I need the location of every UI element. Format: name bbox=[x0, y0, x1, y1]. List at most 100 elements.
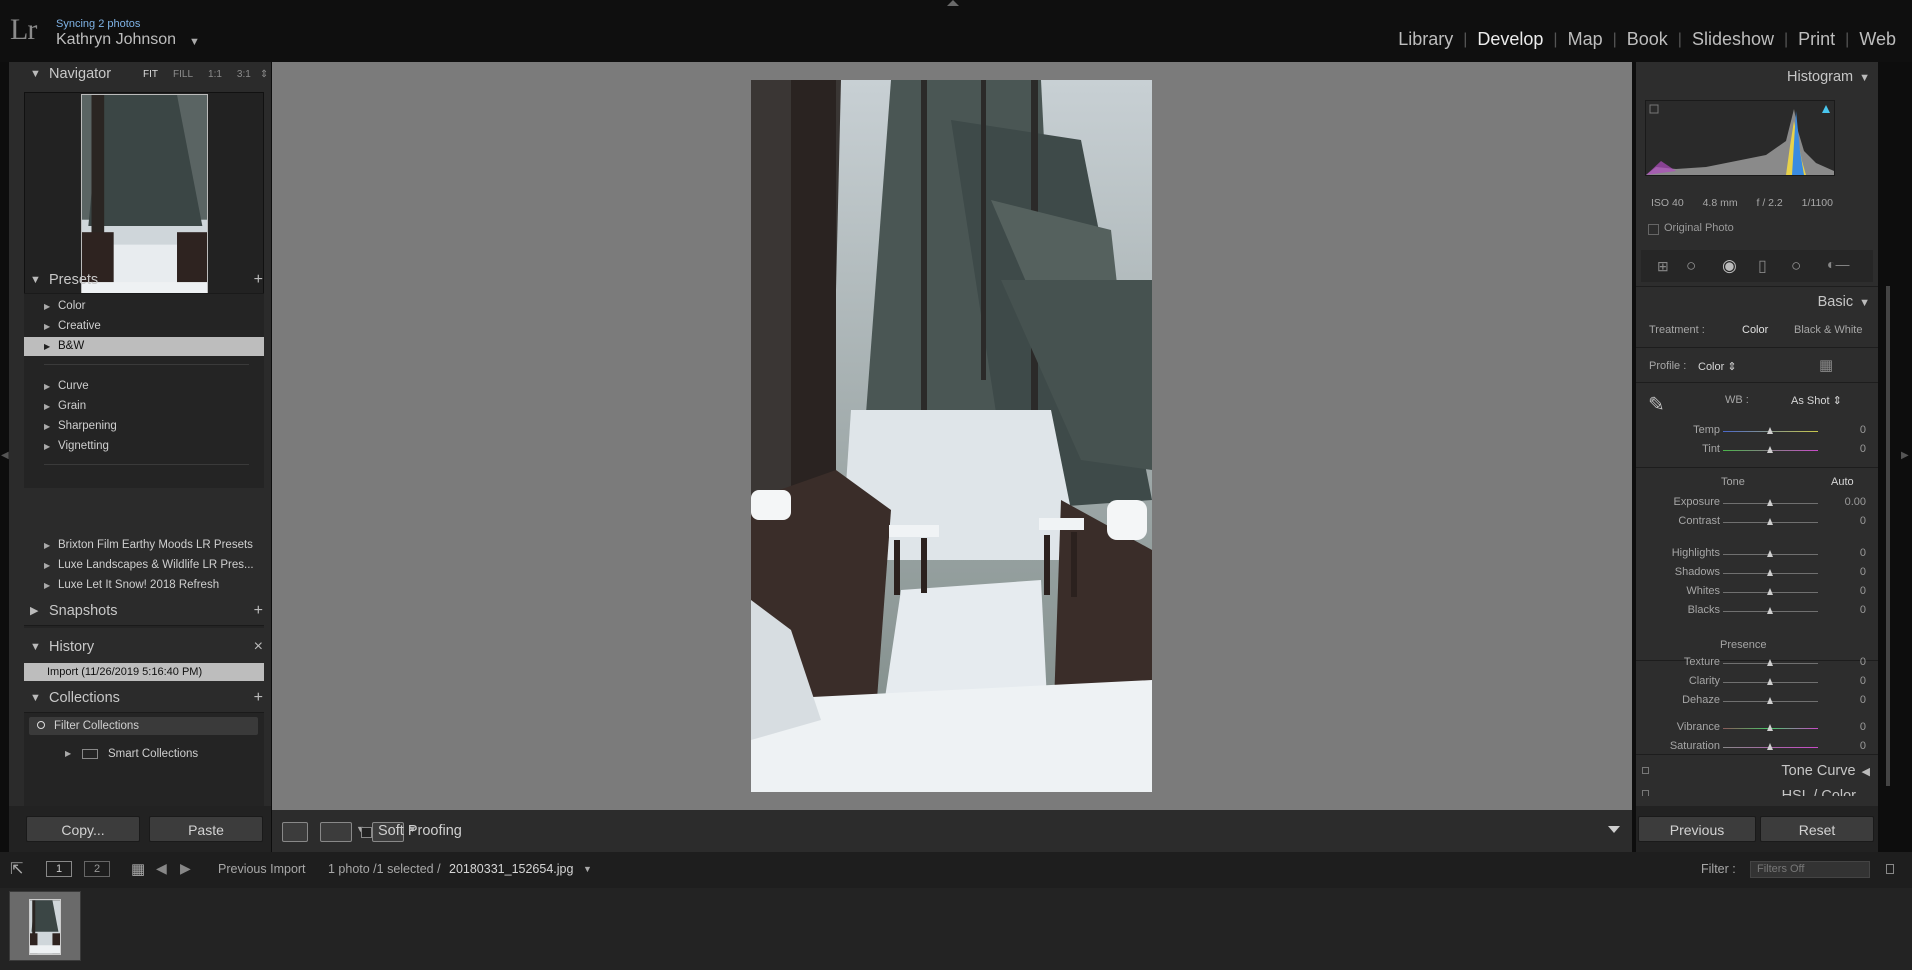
copy-button[interactable]: Copy... bbox=[26, 816, 140, 842]
red-eye-icon[interactable]: ◉ bbox=[1722, 256, 1737, 276]
identity-plate-user[interactable]: Kathryn Johnson bbox=[56, 31, 176, 49]
whites-value[interactable]: 0 bbox=[1860, 585, 1866, 597]
back-arrow-icon[interactable]: ◀ bbox=[156, 860, 167, 877]
toolbar-menu-icon[interactable] bbox=[1608, 826, 1620, 833]
right-panel-scrollbar[interactable] bbox=[1886, 286, 1890, 786]
radial-filter-icon[interactable]: ○ bbox=[1791, 256, 1801, 276]
preset-folder[interactable]: ▶ Vignetting bbox=[24, 437, 264, 456]
panel-switch-icon[interactable] bbox=[1642, 767, 1649, 774]
collection-set[interactable]: ▶ Smart Collections bbox=[24, 744, 264, 764]
blacks-value[interactable]: 0 bbox=[1860, 604, 1866, 616]
filter-collections-input[interactable]: Filter Collections bbox=[29, 717, 258, 735]
contrast-slider[interactable] bbox=[1723, 518, 1818, 525]
previous-button[interactable]: Previous bbox=[1638, 816, 1756, 842]
preset-folder[interactable]: ▶ Grain bbox=[24, 397, 264, 416]
slider-knob[interactable] bbox=[1767, 678, 1773, 685]
zoom-fill[interactable]: FILL bbox=[173, 69, 193, 80]
saturation-slider[interactable] bbox=[1723, 743, 1818, 750]
top-panel-toggle-icon[interactable] bbox=[947, 0, 959, 6]
preset-folder[interactable]: ▶ Luxe Landscapes & Wildlife LR Pres... bbox=[24, 556, 264, 575]
histogram-header[interactable]: Histogram ▼ bbox=[1787, 69, 1870, 85]
tint-value[interactable]: 0 bbox=[1860, 443, 1866, 455]
slider-knob[interactable] bbox=[1767, 518, 1773, 525]
history-header[interactable]: ▼ History × bbox=[9, 635, 271, 659]
forward-arrow-icon[interactable]: ▶ bbox=[180, 860, 191, 877]
filter-dropdown[interactable]: Filters Off bbox=[1750, 861, 1870, 878]
vibrance-value[interactable]: 0 bbox=[1860, 721, 1866, 733]
shadows-value[interactable]: 0 bbox=[1860, 566, 1866, 578]
texture-slider[interactable] bbox=[1723, 659, 1818, 666]
slider-knob[interactable] bbox=[1767, 659, 1773, 666]
preset-folder[interactable]: ▶ Curve bbox=[24, 377, 264, 396]
zoom-fit[interactable]: FIT bbox=[143, 69, 158, 80]
add-preset-icon[interactable]: + bbox=[254, 268, 263, 292]
collections-header[interactable]: ▼ Collections + bbox=[9, 686, 271, 710]
reset-button[interactable]: Reset bbox=[1760, 816, 1874, 842]
crop-icon[interactable]: ⊞ bbox=[1657, 258, 1669, 275]
lock-icon[interactable] bbox=[1886, 864, 1894, 874]
second-window-button[interactable]: 2 bbox=[84, 861, 110, 877]
snapshots-header[interactable]: ▶ Snapshots + bbox=[9, 599, 271, 623]
slider-knob[interactable] bbox=[1767, 697, 1773, 704]
wb-eyedropper-icon[interactable]: ✎ bbox=[1648, 392, 1665, 417]
slider-knob[interactable] bbox=[1767, 743, 1773, 750]
shadows-slider[interactable] bbox=[1723, 569, 1818, 576]
highlights-value[interactable]: 0 bbox=[1860, 547, 1866, 559]
slider-knob[interactable] bbox=[1767, 550, 1773, 557]
right-panel-toggle-icon[interactable]: ▶ bbox=[1901, 450, 1909, 461]
tint-slider[interactable] bbox=[1723, 446, 1818, 453]
history-item[interactable]: Import (11/26/2019 5:16:40 PM) bbox=[24, 663, 264, 681]
dehaze-slider[interactable] bbox=[1723, 697, 1818, 704]
main-photo[interactable] bbox=[751, 80, 1152, 792]
zoom-menu-icon[interactable]: ⇕ bbox=[260, 69, 268, 80]
left-panel-toggle-icon[interactable]: ◀ bbox=[1, 450, 9, 461]
filmstrip-thumbnail[interactable] bbox=[9, 891, 81, 961]
preset-folder[interactable]: ▶ Brixton Film Earthy Moods LR Presets bbox=[24, 536, 264, 555]
module-develop[interactable]: Develop bbox=[1467, 29, 1553, 50]
histogram-graph[interactable] bbox=[1645, 100, 1835, 176]
add-snapshot-icon[interactable]: + bbox=[254, 599, 263, 623]
exposure-value[interactable]: 0.00 bbox=[1845, 496, 1866, 508]
soft-proofing-checkbox[interactable] bbox=[361, 827, 372, 838]
presets-header[interactable]: ▼ Presets + bbox=[9, 268, 271, 292]
clarity-value[interactable]: 0 bbox=[1860, 675, 1866, 687]
slider-knob[interactable] bbox=[1767, 446, 1773, 453]
module-slideshow[interactable]: Slideshow bbox=[1682, 29, 1784, 50]
module-print[interactable]: Print bbox=[1788, 29, 1845, 50]
blacks-slider[interactable] bbox=[1723, 607, 1818, 614]
slider-knob[interactable] bbox=[1767, 499, 1773, 506]
filmstrip-filename[interactable]: 20180331_152654.jpg bbox=[449, 862, 573, 876]
spot-removal-icon[interactable]: ○ bbox=[1686, 256, 1696, 276]
filmstrip-source[interactable]: Previous Import bbox=[218, 862, 306, 876]
grid-view-icon[interactable]: ▦ bbox=[131, 860, 145, 878]
profile-dropdown[interactable]: Color ⇕ bbox=[1698, 360, 1737, 373]
saturation-value[interactable]: 0 bbox=[1860, 740, 1866, 752]
clarity-slider[interactable] bbox=[1723, 678, 1818, 685]
paste-button[interactable]: Paste bbox=[149, 816, 263, 842]
tone-curve-header[interactable]: Tone Curve ◀ bbox=[1781, 763, 1870, 779]
temp-slider[interactable] bbox=[1723, 427, 1818, 434]
slider-knob[interactable] bbox=[1767, 427, 1773, 434]
image-canvas[interactable] bbox=[272, 62, 1632, 810]
original-photo-checkbox[interactable] bbox=[1648, 224, 1659, 235]
preset-folder-selected[interactable]: ▶ B&W bbox=[24, 337, 264, 356]
treatment-bw-option[interactable]: Black & White bbox=[1794, 324, 1862, 336]
preset-folder[interactable]: ▶ Creative bbox=[24, 317, 264, 336]
add-collection-icon[interactable]: + bbox=[254, 686, 263, 710]
profile-browser-icon[interactable]: ▦ bbox=[1819, 356, 1833, 374]
module-library[interactable]: Library bbox=[1388, 29, 1463, 50]
slider-knob[interactable] bbox=[1767, 588, 1773, 595]
highlights-slider[interactable] bbox=[1723, 550, 1818, 557]
module-book[interactable]: Book bbox=[1617, 29, 1678, 50]
main-window-button[interactable]: 1 bbox=[46, 861, 72, 877]
slider-knob[interactable] bbox=[1767, 607, 1773, 614]
tone-auto-button[interactable]: Auto bbox=[1831, 476, 1854, 488]
graduated-filter-icon[interactable]: ▯ bbox=[1758, 256, 1767, 276]
texture-value[interactable]: 0 bbox=[1860, 656, 1866, 668]
dehaze-value[interactable]: 0 bbox=[1860, 694, 1866, 706]
module-map[interactable]: Map bbox=[1558, 29, 1613, 50]
chevron-down-icon[interactable]: ▼ bbox=[583, 864, 592, 874]
zoom-3-1[interactable]: 3:1 bbox=[237, 69, 251, 80]
temp-value[interactable]: 0 bbox=[1860, 424, 1866, 436]
module-web[interactable]: Web bbox=[1849, 29, 1906, 50]
